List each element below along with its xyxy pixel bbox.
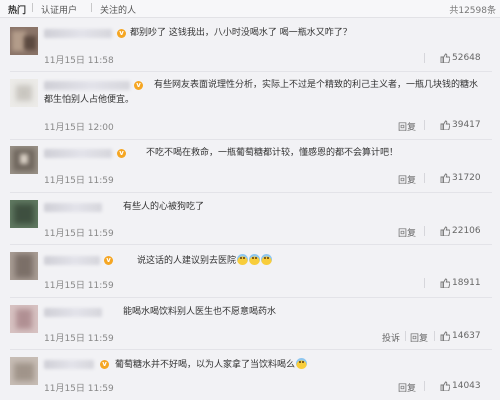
comment-text-line-2: 都生怕别人占他便宜。 — [44, 95, 135, 105]
username-redacted[interactable] — [44, 256, 100, 265]
username-redacted[interactable] — [44, 360, 94, 369]
comment-text: 说这话的人建议别去医院 — [137, 254, 273, 268]
tab-divider: | — [90, 3, 94, 13]
tab-verified-users[interactable]: 认证用户 — [41, 3, 77, 16]
action-divider — [424, 278, 425, 288]
username-redacted[interactable] — [44, 29, 112, 38]
action-divider — [424, 173, 425, 183]
action-divider — [424, 53, 425, 63]
comment-text-line-1: 有些网友表面说理性分析，实际上不过是个精致的利己主义者，一瓶几块钱的糖水 — [154, 80, 479, 90]
like-count[interactable]: 52648 — [452, 53, 481, 63]
like-count[interactable]: 18911 — [452, 278, 481, 288]
comment-date: 11月15日 12:00 — [44, 123, 114, 133]
report-button[interactable]: 投诉 — [382, 331, 400, 344]
filter-tabs: 热门 | 认证用户 | 关注的人 共12598条 — [0, 0, 500, 18]
comment-date: 11月15日 11:59 — [44, 176, 114, 186]
reply-button[interactable]: 回复 — [398, 120, 416, 133]
thumb-up-icon[interactable] — [440, 226, 450, 236]
thumb-up-icon[interactable] — [440, 331, 450, 341]
username-redacted[interactable] — [44, 81, 130, 90]
vip-badge-icon: v — [104, 256, 113, 265]
comment-divider — [10, 71, 492, 72]
thumb-up-icon[interactable] — [440, 173, 450, 183]
reply-button[interactable]: 回复 — [410, 331, 428, 344]
thumb-up-icon[interactable] — [440, 381, 450, 391]
face-emoji-icon — [261, 254, 273, 265]
tab-divider: | — [31, 3, 35, 13]
vip-badge-icon: v — [100, 360, 109, 369]
comment-divider — [10, 244, 492, 245]
avatar[interactable] — [10, 146, 38, 174]
comment-text: 葡萄糖水并不好喝，以为人家拿了当饮料喝么 — [115, 358, 308, 372]
tab-hot[interactable]: 热门 — [8, 3, 26, 16]
face-emoji-icon — [249, 254, 261, 265]
like-count[interactable]: 14637 — [452, 331, 481, 341]
username-redacted[interactable] — [44, 308, 102, 317]
comment-count: 共12598条 — [449, 6, 496, 16]
face-emoji-icon — [296, 358, 308, 369]
vip-badge-icon: v — [134, 81, 143, 90]
comment-date: 11月15日 11:59 — [44, 229, 114, 239]
action-divider — [424, 120, 425, 130]
username-redacted[interactable] — [44, 149, 112, 158]
reply-button[interactable]: 回复 — [398, 381, 416, 394]
comment-divider — [10, 192, 492, 193]
comment-divider — [10, 297, 492, 298]
reply-button[interactable]: 回复 — [398, 173, 416, 186]
comment-date: 11月15日 11:59 — [44, 281, 114, 291]
like-count[interactable]: 14043 — [452, 381, 481, 391]
action-divider — [434, 331, 435, 341]
thumb-up-icon[interactable] — [440, 53, 450, 63]
vip-badge-icon: v — [117, 149, 126, 158]
comment-text-body: 葡萄糖水并不好喝，以为人家拿了当饮料喝么 — [115, 360, 296, 370]
avatar[interactable] — [10, 200, 38, 228]
tab-following[interactable]: 关注的人 — [100, 3, 136, 16]
action-divider — [424, 381, 425, 391]
comment-text: 都别吵了 这钱我出，八小时没喝水了 喝一瓶水又咋了？ — [130, 28, 352, 38]
face-emoji-icon — [237, 254, 249, 265]
thumb-up-icon[interactable] — [440, 120, 450, 130]
comment-date: 11月15日 11:58 — [44, 56, 114, 66]
comment-divider — [10, 349, 492, 350]
like-count[interactable]: 22106 — [452, 226, 481, 236]
avatar[interactable] — [10, 252, 38, 280]
comment-date: 11月15日 11:59 — [44, 334, 114, 344]
username-redacted[interactable] — [44, 203, 102, 212]
like-count[interactable]: 31720 — [452, 173, 481, 183]
comment-text: 有些人的心被狗吃了 — [123, 202, 205, 212]
action-divider — [405, 331, 406, 341]
action-divider — [424, 226, 425, 236]
avatar[interactable] — [10, 305, 38, 333]
vip-badge-icon: v — [117, 29, 126, 38]
reply-button[interactable]: 回复 — [398, 226, 416, 239]
like-count[interactable]: 39417 — [452, 120, 481, 130]
avatar[interactable] — [10, 79, 38, 107]
comment-divider — [10, 139, 492, 140]
thumb-up-icon[interactable] — [440, 278, 450, 288]
comment-text-body: 说这话的人建议别去医院 — [137, 256, 237, 266]
comment-date: 11月15日 11:59 — [44, 384, 114, 394]
comment-text: 能喝水喝饮料别人医生也不愿意喝药水 — [123, 307, 277, 317]
avatar[interactable] — [10, 27, 38, 55]
avatar[interactable] — [10, 357, 38, 385]
comment-text: 不吃不喝在救命，一瓶葡萄糖都计较，懂感恩的都不会算计吧！ — [146, 148, 399, 158]
